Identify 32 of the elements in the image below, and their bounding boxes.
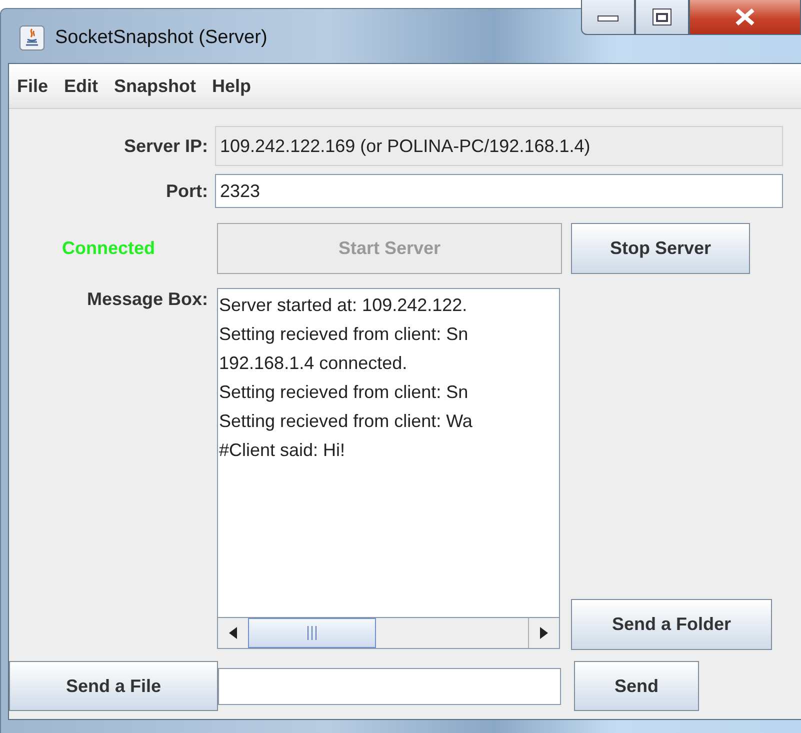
message-line: Setting recieved from client: Sn [219,323,470,346]
message-box[interactable]: Server started at: 109.242.122. Setting recieved from client: Sn 192.168.1.4 connected. Setting recieved from client: Sn Setting recieved from client: Wa #Client said: Hi! [217,288,560,649]
message-line: Setting recieved from client: Sn [219,381,470,404]
stop-server-button[interactable]: Stop Server [571,223,750,274]
field-label: Message Box: [86,289,208,310]
cup-icon [19,25,45,51]
close-icon [733,7,757,27]
maximize-icon [652,8,672,26]
send-button[interactable]: Send [574,661,699,711]
menu-item[interactable]: File [17,76,56,96]
send-folder-button[interactable]: Send a Folder [571,599,772,650]
close-button[interactable] [689,0,801,35]
menu-item[interactable]: Edit [64,76,106,96]
field-label: Server IP: [124,136,208,156]
scroll-thumb[interactable] [248,618,376,648]
port-field[interactable]: 2323 [215,174,783,208]
menu-item[interactable]: Snapshot [114,76,204,96]
maximize-button[interactable] [635,0,689,35]
field-label: Port: [166,180,208,202]
server-ip-field[interactable]: 109.242.122.169 (or POLINA-PC/192.168.1.4) [215,126,783,166]
menu-item[interactable]: Help [212,76,260,96]
send-file-button[interactable]: Send a File [9,661,218,711]
connection-status: Connected [62,238,155,259]
message-line: 192.168.1.4 connected. [219,352,408,375]
message-line: Setting recieved from client: Wa [219,410,474,433]
message-input-field[interactable] [218,668,561,704]
message-line: Server started at: 109.242.122. [219,294,468,317]
window-title: SocketSnapshot (Server) [55,27,268,49]
minimize-button[interactable] [581,0,635,35]
horizontal-scrollbar[interactable] [218,617,559,648]
grip-icon [307,626,317,640]
message-line: #Client said: Hi! [219,439,346,462]
